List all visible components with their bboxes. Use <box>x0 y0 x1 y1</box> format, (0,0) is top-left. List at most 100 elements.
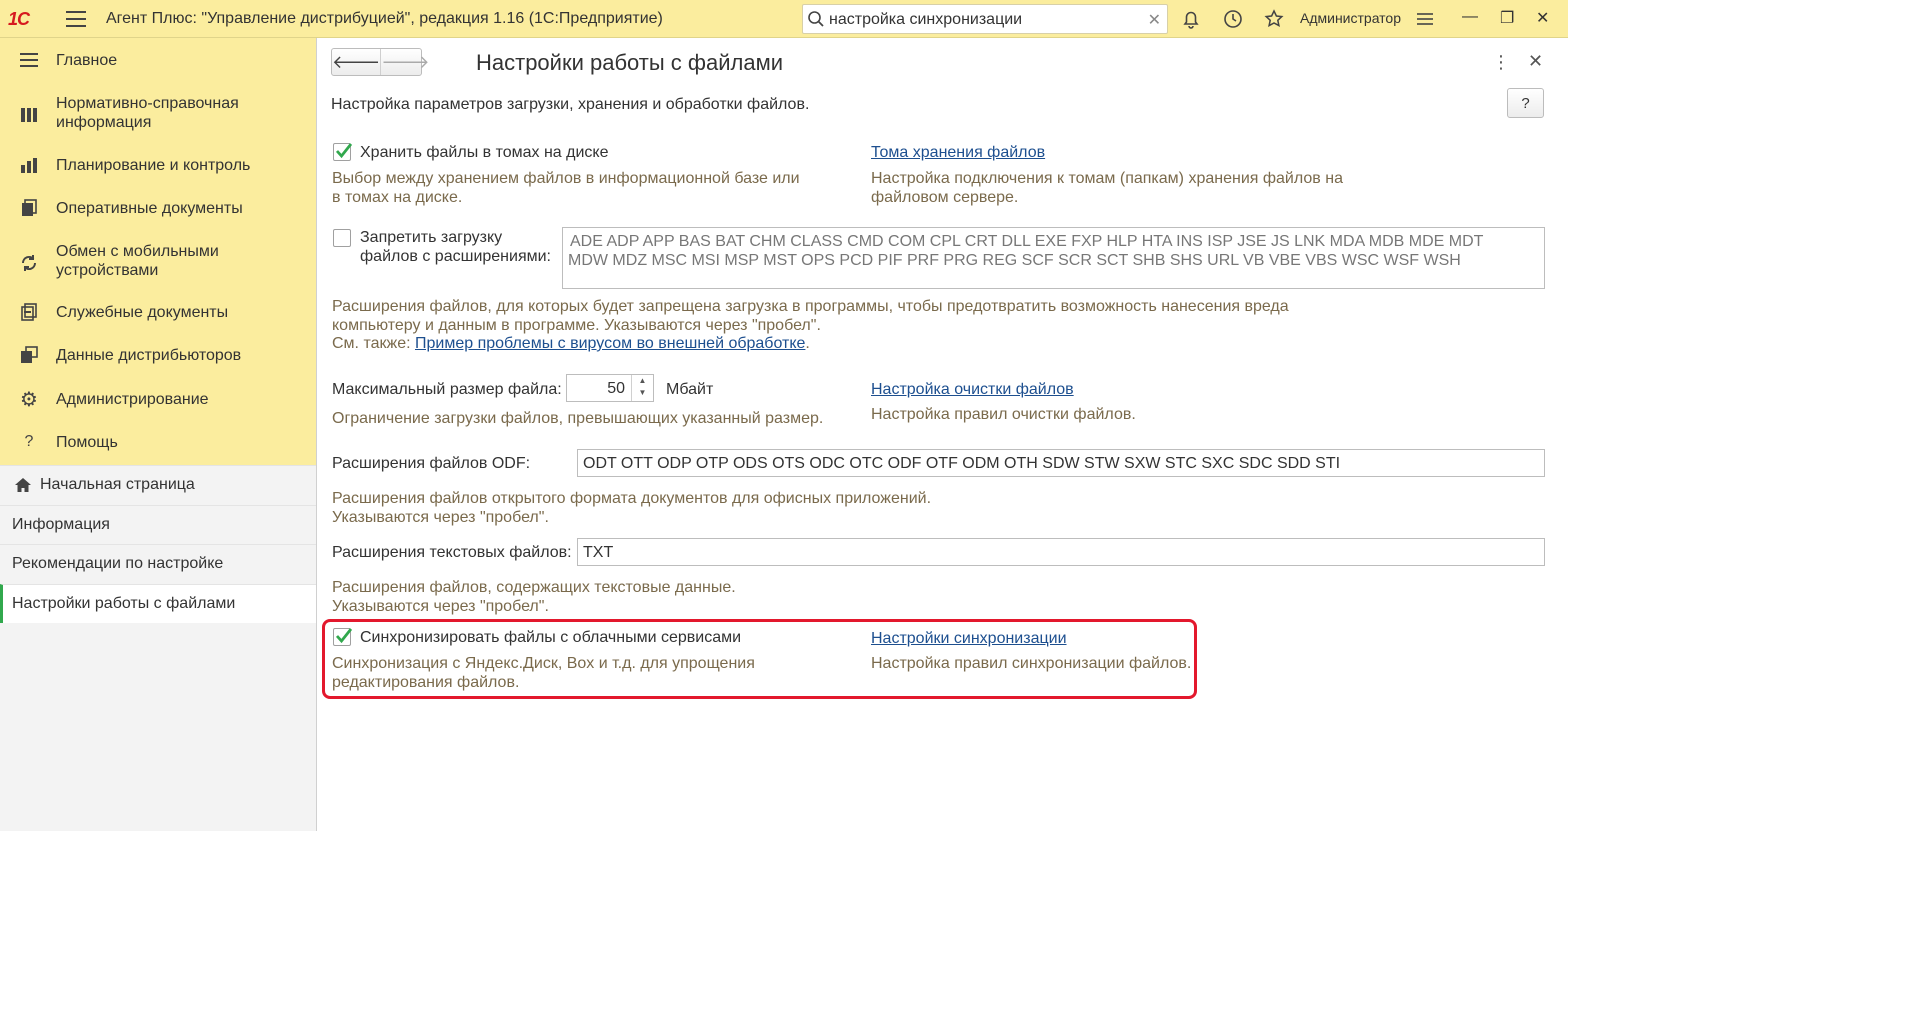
sections-panel: Главное Нормативно-справочная информация… <box>0 38 316 465</box>
grid-icon <box>18 104 40 126</box>
section-label: Оперативные документы <box>56 200 243 217</box>
section-distributor-data[interactable]: Данные дистрибьюторов <box>0 345 316 365</box>
sidebar-empty-area <box>0 623 316 831</box>
home-icon <box>15 478 31 492</box>
section-label: Администрирование <box>56 391 209 408</box>
checkmark-icon <box>335 143 353 159</box>
max-size-unit: Мбайт <box>666 381 714 398</box>
text-extensions-hint: Расширения файлов, содержащих текстовые … <box>332 579 736 596</box>
odf-extensions-field[interactable]: ODT OTT ODP OTP ODS OTS ODC OTC ODF OTF … <box>577 449 1545 477</box>
search-box[interactable]: ✕ <box>802 4 1168 34</box>
section-label: Нормативно-справочная информация <box>56 95 239 131</box>
storage-volumes-hint: файловом сервере. <box>871 189 1019 206</box>
section-label: Данные дистрибьюторов <box>56 347 242 364</box>
sync-icon <box>18 252 40 274</box>
page-title: Настройки работы с файлами <box>476 50 784 75</box>
history-icon[interactable] <box>1222 8 1244 30</box>
see-also-end: . <box>805 335 810 352</box>
open-window-info[interactable]: Информация <box>0 504 316 544</box>
service-docs-icon <box>18 301 40 323</box>
bell-icon[interactable] <box>1180 8 1202 30</box>
form-subtitle: Настройка параметров загрузки, хранения … <box>331 96 810 113</box>
gear-icon: ⚙ <box>20 388 38 411</box>
app-logo[interactable]: 1С <box>8 9 30 30</box>
section-label: Обмен с мобильными устройствами <box>56 243 219 279</box>
max-size-hint: Ограничение загрузки файлов, превышающих… <box>332 410 824 427</box>
settings-menu-icon[interactable] <box>1414 8 1436 30</box>
search-icon <box>808 11 824 27</box>
section-label: Планирование и контроль <box>56 157 251 174</box>
forbid-upload-hint: компьютеру и данным в программе. Указыва… <box>332 317 821 334</box>
open-windows-list: Начальная страница Информация Рекомендац… <box>0 465 316 623</box>
close-icon[interactable]: ✕ <box>1528 51 1543 72</box>
spinner-arrows-icon[interactable]: ▲ ▼ <box>631 375 653 401</box>
back-arrow-icon[interactable]: 🡐 <box>332 49 380 75</box>
section-administration[interactable]: ⚙ Администрирование <box>0 388 316 411</box>
forbid-upload-label[interactable]: файлов с расширениями: <box>360 247 551 266</box>
title-bar: 1С Агент Плюс: "Управление дистрибуцией"… <box>0 0 1568 38</box>
panel-divider <box>316 38 317 831</box>
section-main[interactable]: Главное <box>0 50 316 70</box>
section-label: Служебные документы <box>56 304 229 321</box>
distributor-data-icon <box>18 344 40 366</box>
section-operational-docs[interactable]: Оперативные документы <box>0 198 316 218</box>
store-in-volumes-checkbox[interactable] <box>333 143 353 161</box>
section-reference-info[interactable]: Нормативно-справочная информация <box>0 94 316 134</box>
open-window-label: Настройки работы с файлами <box>12 594 236 612</box>
open-window-label: Информация <box>12 515 110 533</box>
odf-extensions-hint: Указываются через "пробел". <box>332 509 549 526</box>
text-extensions-hint: Указываются через "пробел". <box>332 598 549 615</box>
navigation-buttons: 🡐 🡒 <box>331 48 430 76</box>
open-window-label: Начальная страница <box>40 476 195 494</box>
storage-volumes-link[interactable]: Тома хранения файлов <box>871 143 1045 162</box>
see-also-label: См. также: <box>332 335 415 352</box>
section-label: Главное <box>56 52 118 69</box>
forbidden-extensions-line: ADE ADP APP BAS BAT CHM CLASS CMD COM CP… <box>570 233 1484 250</box>
store-in-volumes-hint: в томах на диске. <box>332 189 463 206</box>
window-close-icon[interactable]: ✕ <box>1536 8 1549 28</box>
section-planning[interactable]: Планирование и контроль <box>0 155 316 175</box>
section-help[interactable]: ? Помощь <box>0 432 316 452</box>
documents-icon <box>18 197 40 219</box>
main-menu-icon[interactable] <box>66 11 86 27</box>
section-label: Помощь <box>56 434 118 451</box>
more-icon[interactable]: ⋮ <box>1492 52 1510 73</box>
forbid-upload-hint: Расширения файлов, для которых будет зап… <box>332 298 1289 315</box>
help-button[interactable]: ? <box>1507 88 1544 118</box>
max-size-input[interactable]: 50 ▲ ▼ <box>566 374 654 402</box>
forbid-upload-checkbox[interactable] <box>333 229 351 247</box>
highlight-frame <box>322 619 1197 699</box>
clear-search-icon[interactable]: ✕ <box>1148 10 1161 30</box>
forbidden-extensions-line: MDW MDZ MSC MSI MSP MST OPS PCD PIF PRF … <box>568 252 1461 269</box>
open-window-file-settings[interactable]: Настройки работы с файлами <box>0 583 316 623</box>
forward-arrow-icon[interactable]: 🡒 <box>380 49 430 75</box>
max-size-label: Максимальный размер файла: <box>332 381 562 398</box>
forbid-upload-label[interactable]: Запретить загрузку <box>360 228 502 247</box>
cleanup-settings-hint: Настройка правил очистки файлов. <box>871 406 1136 423</box>
restore-icon[interactable]: ❐ <box>1500 8 1514 28</box>
minimize-icon[interactable]: — <box>1462 8 1478 26</box>
app-title: Агент Плюс: "Управление дистрибуцией", р… <box>106 10 663 27</box>
menu-lines-icon <box>18 49 40 71</box>
max-size-value: 50 <box>607 380 625 397</box>
open-window-home[interactable]: Начальная страница <box>0 465 316 505</box>
odf-extensions-hint: Расширения файлов открытого формата доку… <box>332 490 932 507</box>
forbidden-extensions-field[interactable]: ADE ADP APP BAS BAT CHM CLASS CMD COM CP… <box>562 227 1545 289</box>
search-input[interactable] <box>829 9 1139 31</box>
bar-chart-icon <box>18 154 40 176</box>
cleanup-settings-link[interactable]: Настройка очистки файлов <box>871 380 1074 399</box>
text-extensions-label: Расширения текстовых файлов: <box>332 544 572 561</box>
open-window-label: Рекомендации по настройке <box>12 555 224 573</box>
section-service-docs[interactable]: Служебные документы <box>0 302 316 322</box>
storage-volumes-hint: Настройка подключения к томам (папкам) х… <box>871 170 1343 187</box>
star-icon[interactable] <box>1263 8 1285 30</box>
open-window-recommendations[interactable]: Рекомендации по настройке <box>0 544 316 584</box>
see-also-line: См. также: Пример проблемы с вирусом во … <box>332 334 810 353</box>
user-name[interactable]: Администратор <box>1300 10 1401 26</box>
virus-example-link[interactable]: Пример проблемы с вирусом во внешней обр… <box>415 335 805 352</box>
text-extensions-field[interactable]: TXT <box>577 538 1545 566</box>
question-icon: ? <box>24 433 34 450</box>
store-in-volumes-label[interactable]: Хранить файлы в томах на диске <box>360 143 609 162</box>
store-in-volumes-hint: Выбор между хранением файлов в информаци… <box>332 170 800 187</box>
section-mobile-exchange[interactable]: Обмен с мобильными устройствами <box>0 242 316 282</box>
